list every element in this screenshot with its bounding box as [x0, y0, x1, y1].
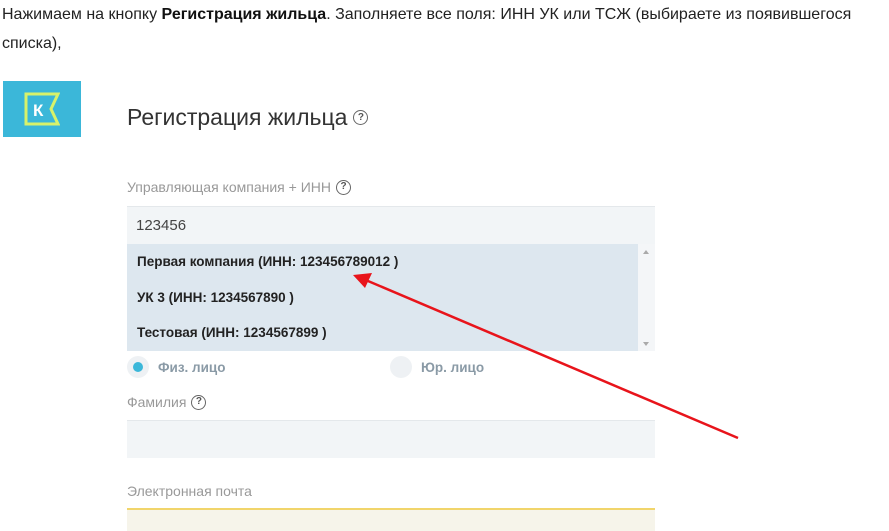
- company-options-list: Первая компания (ИНН: 123456789012 ) УК …: [127, 244, 638, 351]
- help-icon[interactable]: ?: [191, 394, 207, 410]
- help-icon[interactable]: ?: [336, 179, 351, 195]
- logo-letter: К: [33, 101, 44, 120]
- surname-label-text: Фамилия: [127, 394, 187, 410]
- scroll-down-arrow-icon[interactable]: [643, 342, 649, 346]
- company-label-text: Управляющая компания + ИНН: [127, 179, 331, 195]
- page-title: Регистрация жильца ?: [127, 104, 369, 131]
- surname-input[interactable]: [127, 420, 655, 458]
- instruction-before: Нажимаем на кнопку: [2, 6, 162, 23]
- dropdown-option[interactable]: Тестовая (ИНН: 1234567899 ): [127, 315, 638, 351]
- surname-field-label: Фамилия ?: [127, 394, 207, 410]
- scroll-up-arrow-icon[interactable]: [643, 250, 649, 254]
- dropdown-option[interactable]: УК 3 (ИНН: 1234567890 ): [127, 280, 638, 316]
- radio-dot: [133, 362, 143, 372]
- company-dropdown[interactable]: Первая компания (ИНН: 123456789012 ) УК …: [127, 244, 655, 351]
- help-icon[interactable]: ?: [353, 110, 369, 125]
- radio-individual[interactable]: Физ. лицо: [127, 356, 225, 378]
- radio-individual-label: Физ. лицо: [158, 359, 226, 375]
- email-field-label: Электронная почта: [127, 483, 252, 499]
- radio-legal[interactable]: Юр. лицо: [390, 356, 484, 378]
- instruction-text: Нажимаем на кнопку Регистрация жильца. З…: [2, 0, 882, 58]
- app-logo[interactable]: К: [3, 81, 81, 137]
- dropdown-scrollbar[interactable]: [638, 244, 655, 351]
- radio-legal-label: Юр. лицо: [421, 359, 485, 375]
- page-title-text: Регистрация жильца: [127, 104, 348, 130]
- dropdown-option[interactable]: Первая компания (ИНН: 123456789012 ): [127, 244, 638, 280]
- instruction-bold: Регистрация жильца: [161, 6, 327, 23]
- radio-button-unchecked[interactable]: [390, 356, 412, 378]
- company-input-value: 123456: [136, 217, 187, 234]
- company-search-input[interactable]: 123456: [127, 206, 655, 244]
- email-input[interactable]: [127, 508, 655, 531]
- logo-k-icon: К: [24, 92, 60, 126]
- radio-button-checked[interactable]: [127, 356, 149, 378]
- email-label-text: Электронная почта: [127, 483, 252, 499]
- company-field-label: Управляющая компания + ИНН ?: [127, 179, 351, 195]
